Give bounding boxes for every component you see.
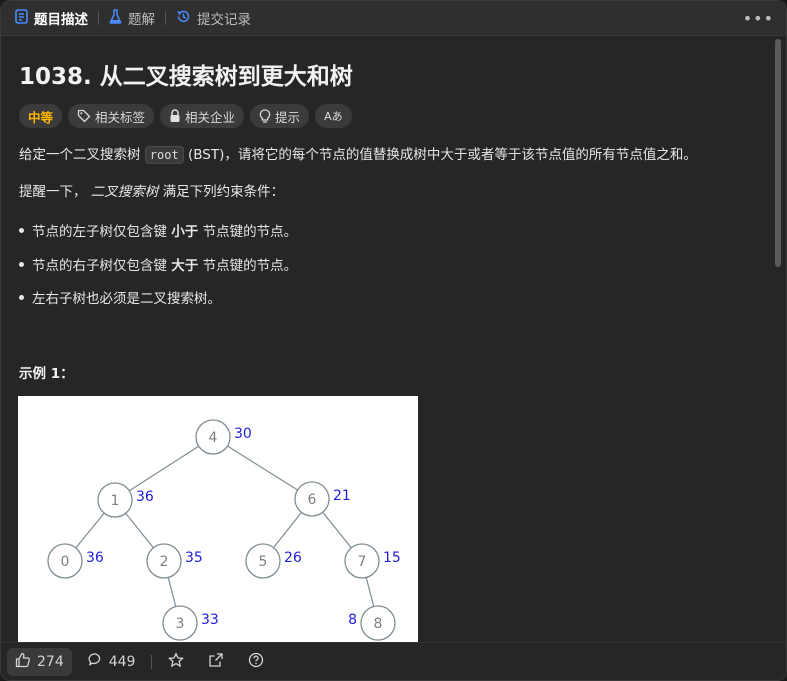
comment-icon — [88, 652, 103, 671]
tree-edge — [227, 445, 298, 491]
list-item: 节点的右子树仅包含键 大于 节点键的节点。 — [19, 254, 297, 274]
tree-node-value: 3 — [176, 616, 185, 632]
problem-panel: 题目描述 题解 提交记录 ••• 1038. 从二叉搜索树到更大和树 中等 相关… — [0, 0, 787, 681]
tree-node-sum: 15 — [383, 550, 401, 566]
footer-divider — [151, 654, 153, 669]
tree-node-value: 6 — [308, 492, 317, 508]
list-item: 节点的左子树仅包含键 小于 节点键的节点。 — [19, 220, 297, 240]
tab-description-label: 题目描述 — [34, 12, 88, 28]
tab-divider — [165, 11, 166, 25]
reminder-text: 提醒一下， — [19, 184, 91, 200]
difficulty-label: 中等 — [28, 109, 54, 125]
lock-icon — [169, 109, 181, 123]
problem-content: 1038. 从二叉搜索树到更大和树 中等 相关标签 相关企业 提示 Aあ 给定一… — [1, 37, 771, 643]
tree-edge — [322, 511, 352, 549]
tab-submissions-label: 提交记录 — [197, 12, 251, 28]
list-item-bold: 大于 — [171, 258, 199, 274]
like-count: 274 — [37, 653, 64, 670]
tree-node-sum: 33 — [201, 612, 219, 628]
help-button[interactable] — [240, 652, 272, 672]
translate-icon: Aあ — [324, 110, 343, 123]
tree-node-value: 1 — [111, 493, 120, 509]
description-text: 给定一个二叉搜索树 — [19, 147, 145, 163]
tab-solutions[interactable]: 题解 — [109, 1, 165, 35]
tab-divider — [98, 11, 99, 25]
action-bar: 274 449 — [1, 642, 786, 680]
tree-node-sum: 35 — [185, 550, 203, 566]
description-text: (BST)，请将它的每个节点的值替换成树中大于或者等于该节点值的所有节点值之和。 — [183, 147, 697, 163]
related-companies-label: 相关企业 — [185, 109, 236, 125]
hint-label: 提示 — [275, 109, 301, 125]
comments-button[interactable]: 449 — [80, 652, 144, 671]
tree-edge — [128, 445, 200, 492]
thumbs-up-icon — [15, 652, 31, 672]
tree-edge — [125, 512, 154, 549]
share-button[interactable] — [200, 652, 232, 672]
tab-solutions-label: 题解 — [128, 12, 155, 28]
tab-bar: 题目描述 题解 提交记录 ••• — [1, 1, 786, 36]
list-item-bold: 小于 — [171, 224, 199, 240]
tree-node-sum: 26 — [284, 550, 302, 566]
scrollbar[interactable] — [774, 37, 782, 643]
tree-node-sum: 36 — [86, 550, 104, 566]
tab-description[interactable]: 题目描述 — [15, 1, 98, 35]
more-options-icon[interactable]: ••• — [743, 9, 774, 28]
bullet-dot — [19, 294, 24, 300]
tree-node-value: 8 — [374, 616, 383, 632]
tree-edge — [167, 577, 177, 607]
scrollbar-thumb[interactable] — [775, 39, 781, 267]
lightbulb-icon — [259, 108, 271, 124]
translate-button[interactable]: Aあ — [315, 104, 352, 128]
tree-edge — [365, 577, 375, 607]
example-tree-image: 4 30 1 36 6 21 0 36 2 35 5 26 7 15 3 33 8 8 — [18, 396, 418, 643]
list-item-text: 左右子树也必须是二叉搜索树。 — [32, 291, 221, 307]
tree-diagram: 4 301 36 6 210 36 2 35 5 26 7 153 33 88 — [47, 419, 401, 641]
list-item-text: 节点的右子树仅包含键 — [32, 258, 172, 274]
tree-node-value: 0 — [61, 554, 70, 570]
tree-node-sum: 30 — [234, 426, 252, 442]
tree-node-value: 7 — [358, 554, 367, 570]
tree-node-value: 2 — [160, 554, 169, 570]
list-item-text: 节点的左子树仅包含键 — [32, 224, 172, 240]
comment-count: 449 — [108, 653, 136, 670]
tree-node-sum: 36 — [136, 489, 154, 505]
description-icon — [15, 8, 28, 28]
list-item-text: 节点键的节点。 — [198, 224, 298, 240]
difficulty-badge[interactable]: 中等 — [19, 104, 63, 128]
problem-title: 1038. 从二叉搜索树到更大和树 — [19, 64, 353, 90]
tree-edge — [75, 512, 105, 549]
list-item: 左右子树也必须是二叉搜索树。 — [19, 287, 221, 307]
list-item-text: 节点键的节点。 — [198, 258, 298, 274]
history-icon — [176, 9, 191, 28]
description-paragraph: 给定一个二叉搜索树 root (BST)，请将它的每个节点的值替换成树中大于或者… — [19, 145, 697, 165]
tree-edge — [273, 511, 302, 549]
reminder-text: 满足下列约束条件： — [158, 184, 285, 200]
problem-chips: 中等 相关标签 相关企业 提示 Aあ — [19, 104, 352, 128]
bullet-dot — [19, 227, 24, 233]
bullet-dot — [19, 261, 24, 267]
hint-button[interactable]: 提示 — [250, 104, 310, 128]
tree-node-sum: 8 — [348, 612, 357, 628]
bst-emphasis: 二叉搜索树 — [90, 184, 159, 200]
related-tags-label: 相关标签 — [95, 109, 146, 125]
flask-icon — [109, 8, 122, 28]
tree-node-value: 5 — [259, 554, 268, 570]
tab-submissions[interactable]: 提交记录 — [176, 1, 261, 35]
tree-node-value: 4 — [209, 430, 218, 446]
share-icon — [208, 652, 224, 672]
question-icon — [248, 652, 264, 672]
related-companies-button[interactable]: 相关企业 — [160, 104, 245, 128]
like-button[interactable]: 274 — [7, 647, 72, 676]
reminder-paragraph: 提醒一下， 二叉搜索树 满足下列约束条件： — [19, 182, 284, 202]
related-tags-button[interactable]: 相关标签 — [68, 104, 155, 128]
tag-icon — [77, 109, 91, 123]
code-root: root — [144, 146, 184, 164]
star-icon — [168, 652, 184, 672]
favorite-button[interactable] — [160, 652, 192, 672]
example-heading: 示例 1： — [19, 366, 74, 382]
tree-node-sum: 21 — [333, 488, 351, 504]
